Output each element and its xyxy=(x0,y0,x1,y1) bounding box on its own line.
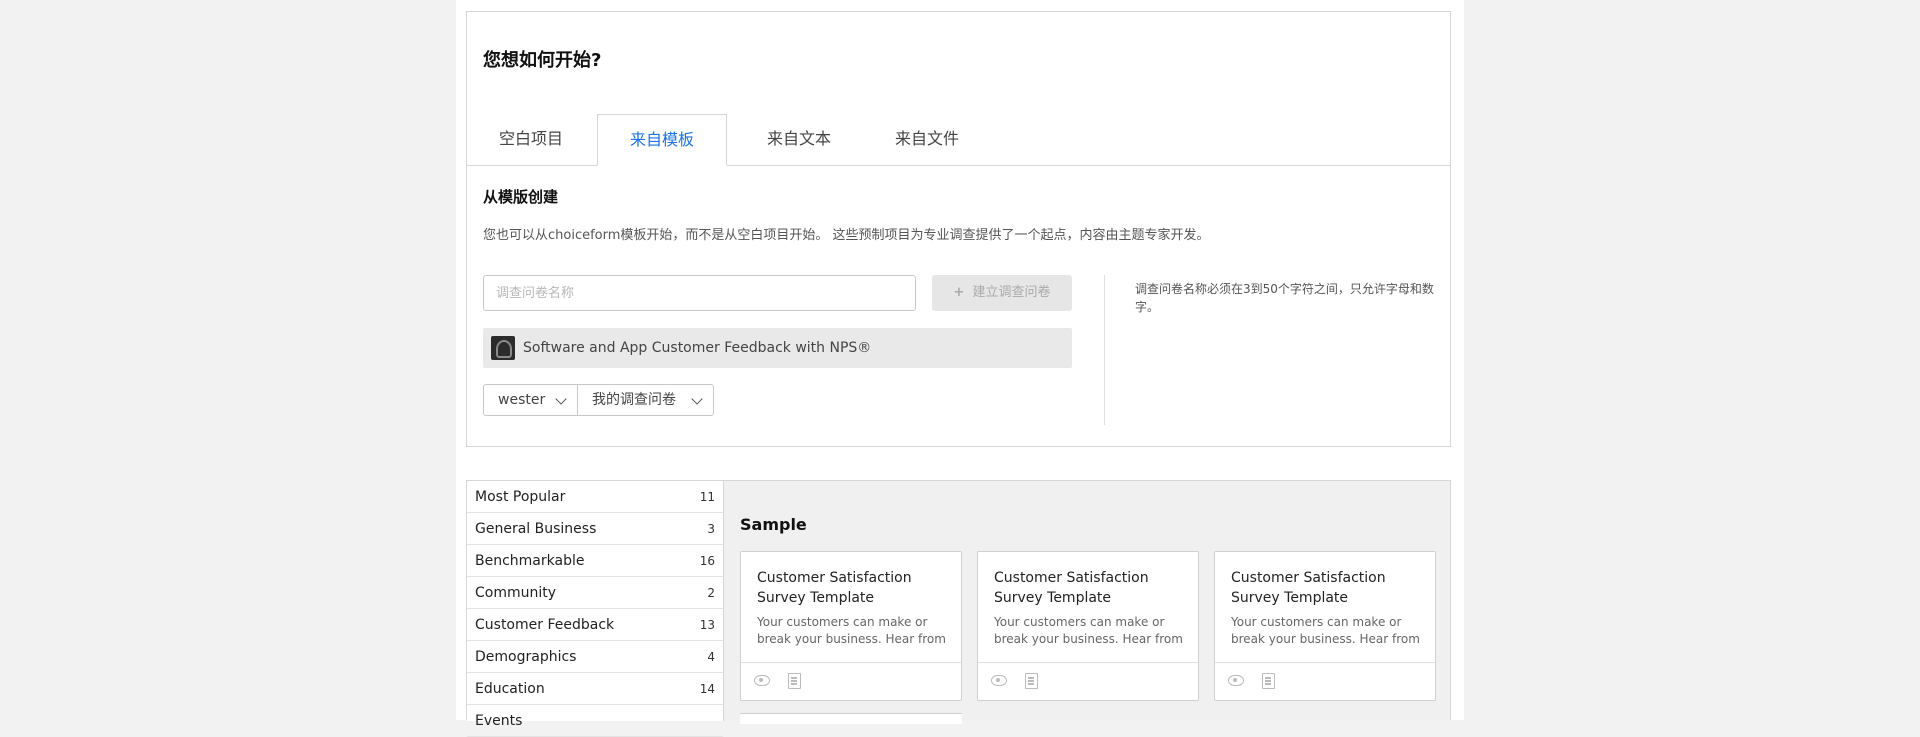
template-thumbnail xyxy=(491,336,515,360)
create-survey-label: 建立调查问卷 xyxy=(972,285,1051,300)
category-item[interactable]: Education 14 xyxy=(467,673,723,705)
plus-icon: + xyxy=(953,285,965,300)
category-item[interactable]: Demographics 4 xyxy=(467,641,723,673)
category-label: Customer Feedback xyxy=(475,617,615,633)
create-survey-button[interactable]: + 建立调查问卷 xyxy=(932,275,1072,311)
vertical-divider xyxy=(1104,275,1105,425)
card-description: Your customers can make or break your bu… xyxy=(757,615,946,646)
tab-text[interactable]: 来自文本 xyxy=(743,114,855,164)
tab-template[interactable]: 来自模板 xyxy=(597,114,727,166)
category-count: 11 xyxy=(699,490,715,504)
category-label: Benchmarkable xyxy=(475,553,585,569)
sample-title: Sample xyxy=(740,515,807,534)
tab-blank[interactable]: 空白项目 xyxy=(483,114,579,164)
folder-select-value: 我的调查问卷 xyxy=(592,392,676,408)
category-list: Most Popular 11 General Business 3 Bench… xyxy=(467,481,724,737)
category-count: 2 xyxy=(707,586,715,600)
category-label: Events xyxy=(475,713,523,729)
name-hint: 调查问卷名称必须在3到50个字符之间，只允许字母和数字。 xyxy=(1135,282,1434,314)
user-select[interactable]: wester xyxy=(483,384,578,416)
category-label: Education xyxy=(475,681,545,697)
category-item[interactable]: General Business 3 xyxy=(467,513,723,545)
category-item[interactable]: Customer Feedback 13 xyxy=(467,609,723,641)
card-description: Your customers can make or break your bu… xyxy=(1231,615,1420,646)
category-count: 16 xyxy=(699,554,715,568)
eye-icon[interactable] xyxy=(754,675,770,686)
card-footer xyxy=(741,662,961,700)
survey-name-input[interactable] xyxy=(483,275,916,311)
template-name: Software and App Customer Feedback with … xyxy=(523,340,872,356)
document-icon[interactable] xyxy=(1262,673,1275,689)
category-count: 14 xyxy=(699,682,715,696)
template-card[interactable]: Customer Satisfaction Survey Template Yo… xyxy=(740,551,962,701)
document-icon[interactable] xyxy=(1025,673,1038,689)
eye-icon[interactable] xyxy=(1228,675,1244,686)
category-item[interactable]: Most Popular 11 xyxy=(467,481,723,513)
section-title: 从模版创建 xyxy=(483,188,559,206)
template-card[interactable]: Customer Satisfaction Survey Template Yo… xyxy=(977,551,1199,701)
document-icon[interactable] xyxy=(788,673,801,689)
user-select-value: wester xyxy=(498,392,546,408)
card-title: Customer Satisfaction Survey Template xyxy=(757,570,912,606)
category-item[interactable]: Benchmarkable 16 xyxy=(467,545,723,577)
section-description: 您也可以从choiceform模板开始，而不是从空白项目开始。 这些预制项目为专… xyxy=(483,228,1210,243)
category-label: Most Popular xyxy=(475,489,566,505)
category-label: General Business xyxy=(475,521,597,537)
card-footer xyxy=(978,662,1198,700)
start-tabs: 空白项目 来自模板 来自文本 来自文件 xyxy=(467,103,1450,166)
tab-file[interactable]: 来自文件 xyxy=(871,114,983,164)
category-item[interactable]: Community 2 xyxy=(467,577,723,609)
folder-select[interactable]: 我的调查问卷 xyxy=(577,384,714,416)
chevron-down-icon xyxy=(691,393,703,405)
selected-template[interactable]: Software and App Customer Feedback with … xyxy=(483,328,1072,368)
template-card[interactable]: Customer Satisfaction Survey Template Yo… xyxy=(1214,551,1436,701)
card-footer xyxy=(1215,662,1435,700)
template-browser: Most Popular 11 General Business 3 Bench… xyxy=(466,480,1451,737)
eye-icon[interactable] xyxy=(991,675,1007,686)
start-panel: 您想如何开始? 空白项目 来自模板 来自文本 来自文件 从模版创建 您也可以从c… xyxy=(466,11,1451,447)
card-description: Your customers can make or break your bu… xyxy=(994,615,1183,646)
category-label: Demographics xyxy=(475,649,577,665)
page-title: 您想如何开始? xyxy=(483,50,602,71)
category-count: 3 xyxy=(707,522,715,536)
category-count: 13 xyxy=(699,618,715,632)
category-item[interactable]: Events xyxy=(467,705,723,737)
template-card-partial[interactable] xyxy=(740,713,962,724)
category-label: Community xyxy=(475,585,557,601)
chevron-down-icon xyxy=(555,393,567,405)
card-title: Customer Satisfaction Survey Template xyxy=(1231,570,1386,606)
category-count: 4 xyxy=(707,650,715,664)
card-title: Customer Satisfaction Survey Template xyxy=(994,570,1149,606)
